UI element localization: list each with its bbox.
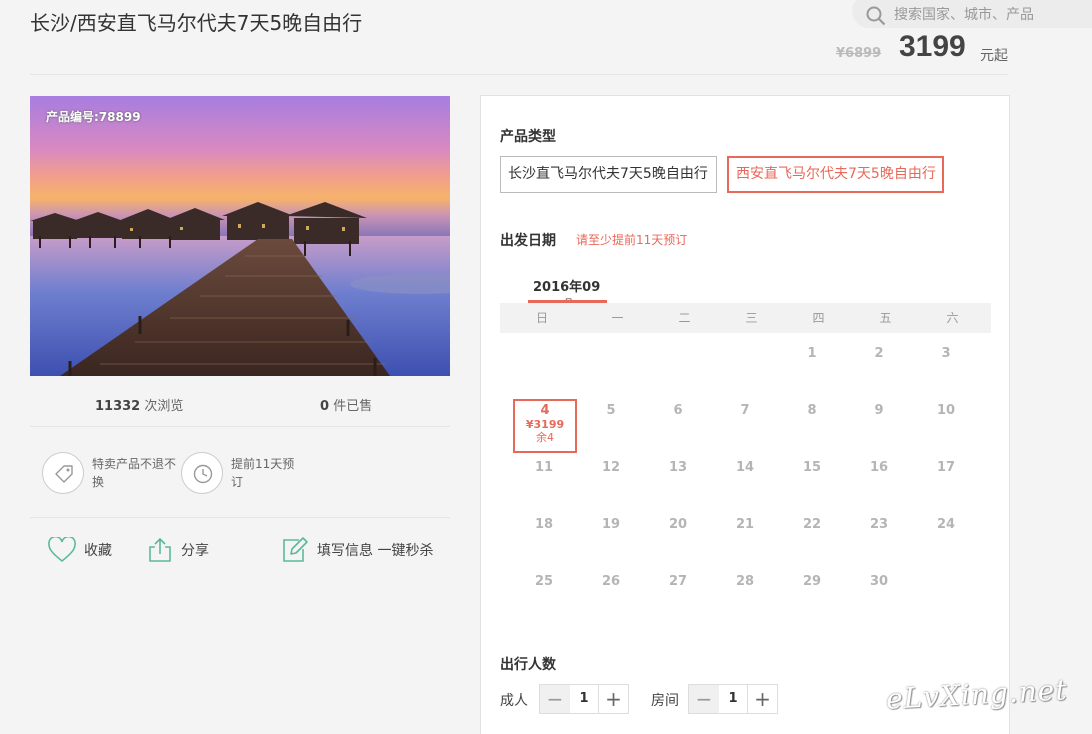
- weekday: 三: [745, 311, 758, 325]
- tag-icon: [42, 452, 84, 494]
- calendar-day: 15: [802, 460, 822, 475]
- favorite-label: 收藏: [84, 543, 112, 559]
- calendar-day: 16: [869, 460, 889, 475]
- calendar-day: 12: [601, 460, 621, 475]
- weekday: 二: [678, 311, 691, 325]
- edit-icon: [283, 537, 308, 562]
- calendar-day: 23: [869, 517, 889, 532]
- product-image: [30, 96, 450, 376]
- adults-stepper: − 1 +: [539, 684, 629, 714]
- adults-value[interactable]: 1: [570, 685, 598, 713]
- calendar-day: 2: [874, 346, 884, 361]
- calendar-day: 8: [807, 403, 817, 418]
- sold-count: 0: [320, 399, 330, 414]
- calendar-day: 7: [740, 403, 750, 418]
- views-stat: 11332 次浏览: [95, 395, 183, 414]
- heart-icon: [48, 537, 76, 563]
- selected-day-number: 4: [540, 403, 550, 418]
- calendar-day: 18: [534, 517, 554, 532]
- tip-no-refund: 特卖产品不退不换: [92, 457, 177, 489]
- booking-panel: 产品类型 长沙直飞马尔代夫7天5晚自由行 西安直飞马尔代夫7天5晚自由行 出发日…: [480, 95, 1010, 734]
- calendar-day: 19: [601, 517, 621, 532]
- travelers-label: 出行人数: [500, 657, 556, 673]
- departure-date-label: 出发日期: [500, 233, 556, 249]
- divider: [30, 426, 450, 427]
- share-label: 分享: [181, 543, 209, 559]
- fill-info-button[interactable]: 填写信息 一键秒杀: [281, 535, 433, 565]
- calendar-day: 13: [668, 460, 688, 475]
- original-price: ¥6899: [836, 46, 882, 61]
- type-option-xian[interactable]: 西安直飞马尔代夫7天5晚自由行: [727, 156, 944, 193]
- calendar-day: 22: [802, 517, 822, 532]
- adults-label: 成人: [500, 693, 528, 709]
- share-icon: [149, 537, 171, 562]
- product-code: 产品编号:78899: [46, 110, 141, 124]
- sold-stat: 0 件已售: [320, 395, 372, 414]
- calendar-day: 6: [673, 403, 683, 418]
- current-price: 3199: [899, 30, 966, 63]
- calendar-day: 28: [735, 574, 755, 589]
- fill-info-label: 填写信息 一键秒杀: [317, 543, 434, 559]
- calendar-day: 20: [668, 517, 688, 532]
- weekday: 一: [611, 311, 624, 325]
- tip-advance-booking: 提前11天预订: [231, 457, 295, 489]
- type-option-changsha[interactable]: 长沙直飞马尔代夫7天5晚自由行: [500, 156, 717, 193]
- calendar-day: 1: [807, 346, 817, 361]
- adults-decrease-button[interactable]: −: [540, 685, 570, 713]
- calendar-day: 29: [802, 574, 822, 589]
- weekday: 四: [812, 311, 825, 325]
- calendar-day: 14: [735, 460, 755, 475]
- views-label: 次浏览: [144, 399, 184, 414]
- calendar-day: 21: [735, 517, 755, 532]
- clock-icon: [181, 452, 223, 494]
- calendar-day: 25: [534, 574, 554, 589]
- search-icon: [866, 6, 886, 26]
- calendar-day: 5: [606, 403, 616, 418]
- views-count: 11332: [95, 399, 141, 414]
- rooms-value[interactable]: 1: [719, 685, 747, 713]
- product-type-label: 产品类型: [500, 129, 556, 145]
- search-placeholder: 搜索国家、城市、产品: [894, 7, 1034, 23]
- divider: [30, 74, 1008, 75]
- month-tab[interactable]: 2016年09: [533, 276, 600, 295]
- search-input[interactable]: 搜索国家、城市、产品: [852, 0, 1092, 28]
- calendar-day: 30: [869, 574, 889, 589]
- calendar-day: 3: [941, 346, 951, 361]
- share-button[interactable]: 分享: [147, 535, 209, 565]
- favorite-button[interactable]: 收藏: [48, 535, 112, 565]
- weekday: 六: [946, 311, 959, 325]
- divider: [30, 517, 450, 518]
- rooms-decrease-button[interactable]: −: [689, 685, 719, 713]
- calendar-day: 10: [936, 403, 956, 418]
- weekday: 五: [879, 311, 892, 325]
- weekday-header: 日 一 二 三 四 五 六: [500, 303, 991, 333]
- rooms-stepper: − 1 +: [688, 684, 778, 714]
- adults-increase-button[interactable]: +: [598, 685, 628, 713]
- calendar-day: 17: [936, 460, 956, 475]
- calendar-day: 27: [668, 574, 688, 589]
- selected-day-remaining: 余4: [536, 431, 554, 444]
- price-unit: 元起: [980, 48, 1008, 64]
- calendar-day-selected[interactable]: 4 ¥3199 余4: [513, 399, 577, 453]
- booking-hint: 请至少提前11天预订: [576, 233, 688, 247]
- sold-label: 件已售: [333, 399, 373, 414]
- weekday: 日: [535, 311, 548, 325]
- calendar-day: 24: [936, 517, 956, 532]
- calendar-day: 9: [874, 403, 884, 418]
- calendar-day: 26: [601, 574, 621, 589]
- selected-day-price: ¥3199: [525, 418, 565, 431]
- page-title: 长沙/西安直飞马尔代夫7天5晚自由行: [30, 11, 363, 35]
- rooms-increase-button[interactable]: +: [747, 685, 777, 713]
- rooms-label: 房间: [651, 693, 679, 709]
- calendar-day: 11: [534, 460, 554, 475]
